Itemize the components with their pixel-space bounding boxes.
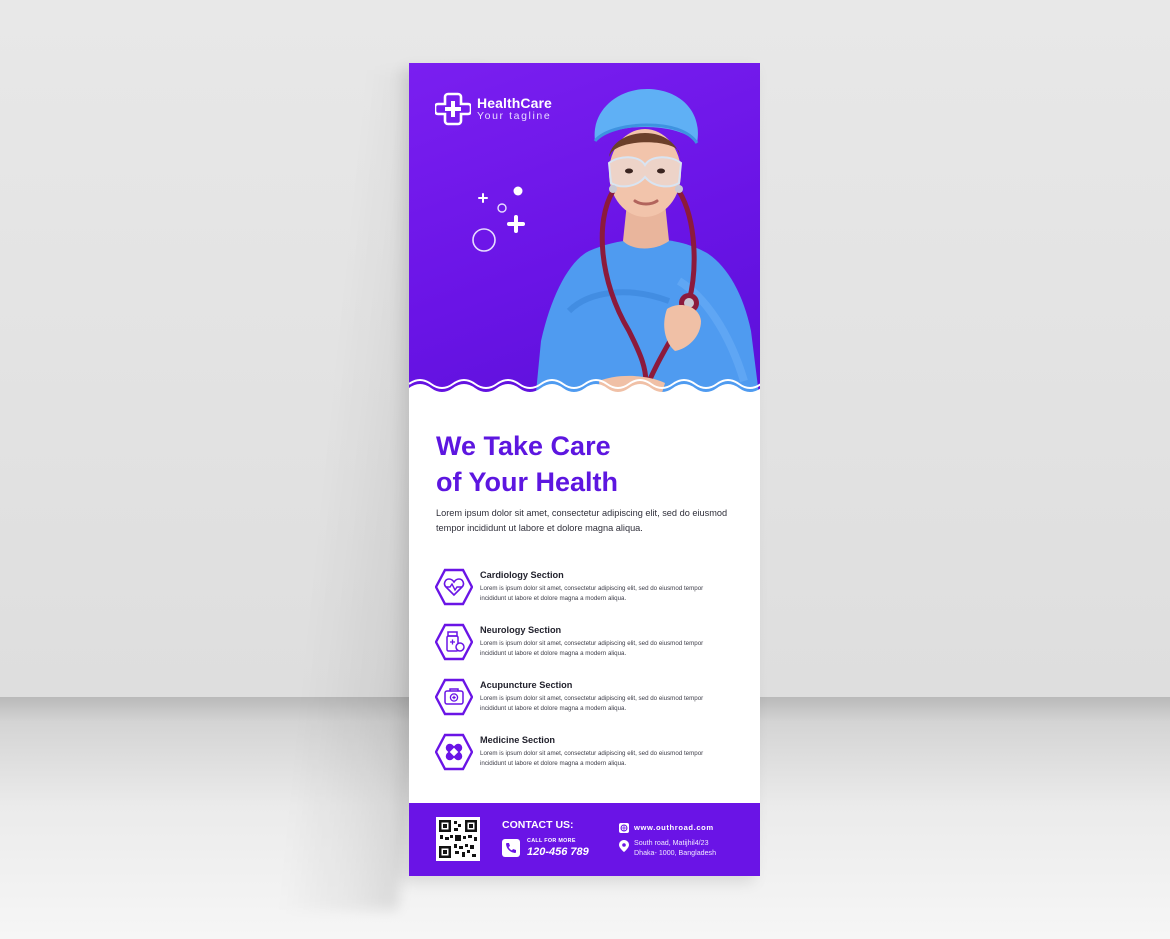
hero-section: HealthCare Your tagline	[409, 63, 760, 408]
website-link[interactable]: www.outhroad.com	[634, 823, 714, 832]
wave-divider	[409, 379, 760, 408]
contact-footer: CONTACT US: CALL FOR MORE 120-456 789 ww…	[409, 803, 760, 876]
service-title: Neurology Section	[480, 625, 562, 635]
service-description: Lorem is ipsum dolor sit amet, consectet…	[480, 640, 704, 657]
address: South road, Matijhil4/23 Dhaka- 1000, Ba…	[634, 838, 754, 858]
service-title: Medicine Section	[480, 735, 556, 745]
bandage-icon	[435, 733, 473, 771]
service-item-medicine: Medicine Section Lorem is ipsum dolor si…	[435, 731, 745, 786]
address-line-1: South road, Matijhil4/23	[634, 839, 709, 847]
service-item-neurology: Neurology Section Lorem is ipsum dolor s…	[435, 621, 745, 676]
service-description: Lorem is ipsum dolor sit amet, consectet…	[480, 750, 704, 767]
rollup-banner: HealthCare Your tagline We Take Care of …	[409, 63, 760, 876]
service-description: Lorem is ipsum dolor sit amet, consectet…	[480, 585, 704, 602]
medical-kit-icon	[435, 678, 473, 716]
globe-icon	[619, 823, 629, 833]
headline-line-2: of Your Health	[436, 467, 619, 497]
service-item-cardiology: Cardiology Section Lorem is ipsum dolor …	[435, 566, 745, 621]
heart-pulse-icon	[435, 568, 473, 606]
contact-heading: CONTACT US:	[502, 819, 574, 831]
service-title: Acupuncture Section	[480, 680, 573, 690]
cross-plus-icon	[435, 92, 471, 126]
service-title: Cardiology Section	[480, 570, 564, 580]
phone-number: 120-456 789	[527, 846, 589, 858]
services-list: Cardiology Section Lorem is ipsum dolor …	[435, 566, 745, 786]
location-pin-icon	[619, 840, 629, 852]
address-line-2: Dhaka- 1000, Bangladesh	[634, 849, 717, 857]
phone-icon	[502, 839, 520, 857]
doctor-photo	[535, 89, 760, 403]
qr-code-icon	[436, 817, 480, 861]
call-label: CALL FOR MORE	[527, 838, 576, 844]
service-item-acupuncture: Acupuncture Section Lorem is ipsum dolor…	[435, 676, 745, 731]
medicine-bottle-icon	[435, 623, 473, 661]
intro-paragraph: Lorem ipsum dolor sit amet, consectetur …	[436, 508, 728, 533]
service-description: Lorem is ipsum dolor sit amet, consectet…	[480, 695, 704, 712]
headline: We Take Care of Your Health	[436, 428, 746, 500]
headline-line-1: We Take Care	[436, 431, 611, 461]
